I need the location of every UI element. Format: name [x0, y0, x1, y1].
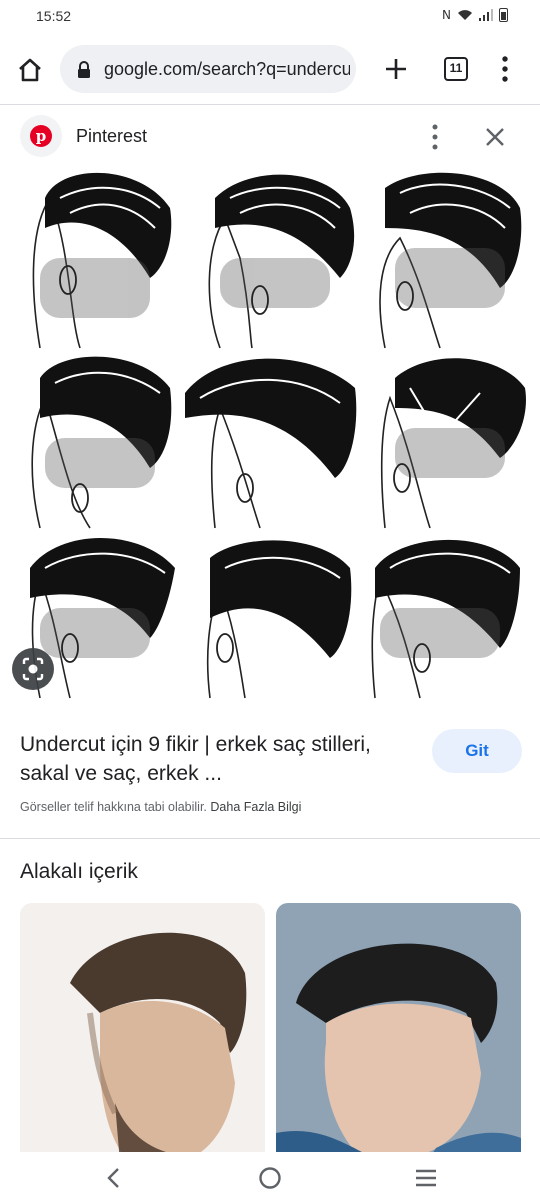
nfc-icon: N [442, 8, 451, 22]
url-text[interactable]: google.com/search?q=undercut [104, 59, 350, 80]
more-info-link[interactable]: Daha Fazla Bilgi [210, 800, 301, 814]
home-circle-icon[interactable] [258, 1166, 282, 1190]
visit-button[interactable]: Git [432, 729, 522, 773]
source-name[interactable]: Pinterest [76, 126, 147, 147]
more-options-icon[interactable] [430, 124, 440, 150]
haircut-grid-drawing [30, 172, 526, 699]
related-heading: Alakalı içerik [20, 860, 138, 883]
copyright-notice: Görseller telif hakkına tabi olabilir. D… [20, 800, 301, 814]
pinterest-logo: p [20, 115, 62, 157]
lock-icon[interactable] [76, 61, 92, 78]
close-icon[interactable] [484, 126, 506, 148]
new-tab-icon[interactable] [384, 57, 408, 81]
recents-icon[interactable] [414, 1167, 438, 1189]
back-icon[interactable] [104, 1166, 124, 1190]
related-card[interactable] [20, 903, 265, 1163]
battery-icon [499, 8, 508, 22]
status-time: 15:52 [36, 8, 72, 24]
lens-icon [22, 657, 44, 681]
copyright-text: Görseller telif hakkına tabi olabilir. [20, 800, 207, 814]
pinterest-icon: p [30, 125, 52, 147]
related-image-2 [276, 903, 521, 1163]
address-bar[interactable]: google.com/search?q=undercut [60, 45, 356, 93]
signal-icon [479, 9, 493, 21]
related-card[interactable] [276, 903, 521, 1163]
haircut-illustration-image[interactable] [0, 168, 540, 704]
source-row: p Pinterest [0, 104, 540, 168]
section-divider [0, 838, 540, 839]
browser-toolbar: google.com/search?q=undercut 11 [0, 34, 540, 104]
wifi-icon [458, 10, 472, 20]
google-lens-button[interactable] [12, 648, 54, 690]
result-title[interactable]: Undercut için 9 fikir | erkek saç stille… [20, 730, 420, 788]
overflow-menu-icon[interactable] [500, 56, 510, 82]
status-icons: N [442, 8, 508, 22]
related-image-1 [20, 903, 265, 1163]
home-icon[interactable] [16, 56, 44, 84]
tab-switcher-button[interactable]: 11 [444, 57, 468, 81]
system-navigation-bar [0, 1152, 540, 1204]
status-bar: 15:52 N [0, 0, 540, 34]
